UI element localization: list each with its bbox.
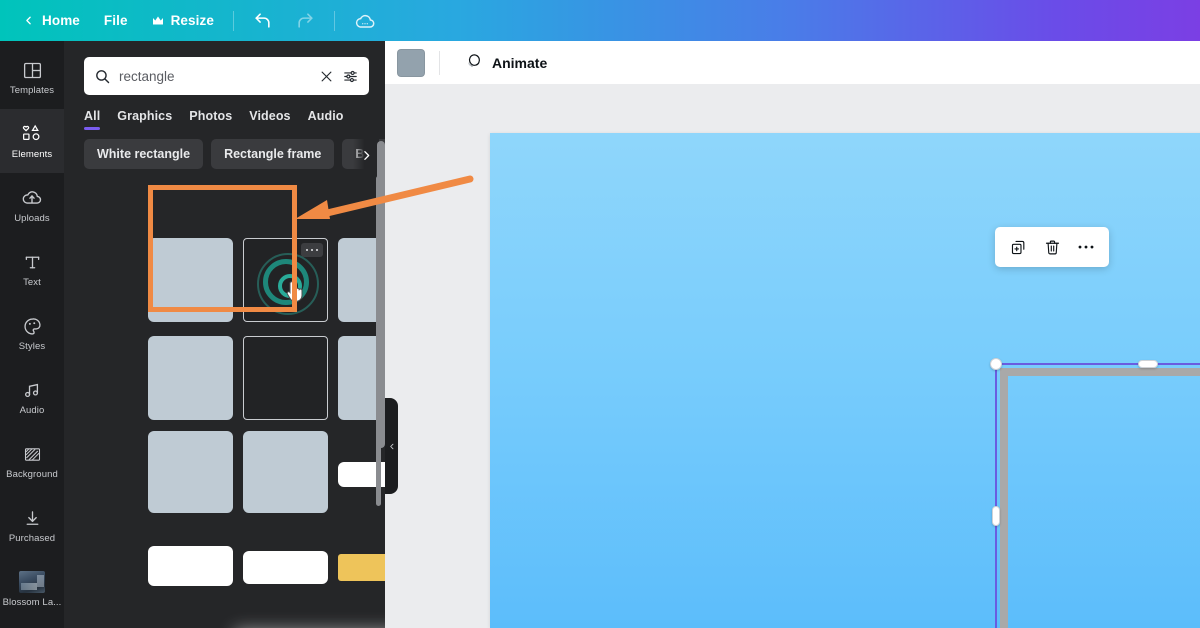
resize-handle-top[interactable]	[1137, 360, 1158, 368]
chip-white-rectangle[interactable]: White rectangle	[84, 139, 204, 169]
top-toolbar: Home File Resize	[0, 0, 1200, 41]
sidebar-item-purchased[interactable]: Purchased	[0, 493, 64, 557]
tab-all[interactable]: All	[84, 109, 101, 130]
purchased-icon	[22, 506, 43, 530]
cloud-save-button[interactable]	[342, 5, 388, 37]
styles-icon	[22, 314, 43, 338]
element-context-toolbar	[995, 227, 1109, 267]
search-box[interactable]	[84, 57, 369, 95]
category-tabs: All Graphics Photos Videos Audio	[64, 95, 385, 130]
trash-icon[interactable]	[1037, 233, 1067, 261]
chip-rectangle-frame[interactable]: Rectangle frame	[211, 139, 335, 169]
pointer-cursor-icon	[286, 280, 303, 308]
search-area	[64, 41, 385, 95]
file-menu-button[interactable]: File	[92, 8, 140, 33]
sidebar-label: Elements	[11, 149, 53, 161]
result-thumb-7[interactable]	[148, 431, 233, 513]
canvas-toolbar: Animate	[385, 41, 1200, 85]
cloud-save-icon	[354, 10, 376, 32]
crown-icon	[152, 16, 164, 26]
resize-button[interactable]: Resize	[140, 8, 226, 33]
text-icon	[22, 250, 43, 274]
panel-collapse-button[interactable]	[385, 398, 398, 494]
animate-button[interactable]: Animate	[454, 46, 557, 80]
sidebar-item-background[interactable]: Background	[0, 429, 64, 493]
toolbar-divider-1	[232, 10, 234, 31]
result-thumb-4[interactable]	[148, 336, 233, 420]
toolbar-divider-2	[333, 10, 335, 31]
elements-icon	[21, 122, 44, 146]
sidebar-label: Background	[6, 469, 58, 481]
toolbar-divider	[439, 50, 440, 75]
result-thumb-11[interactable]	[243, 551, 328, 584]
sidebar-item-templates[interactable]: Templates	[0, 45, 64, 109]
search-icon	[94, 68, 111, 85]
sidebar-label: Audio	[19, 405, 45, 417]
result-thumb-12[interactable]	[338, 554, 385, 581]
result-thumb-10[interactable]	[148, 546, 233, 586]
sidebar-label: Blossom La...	[2, 597, 62, 609]
search-results-grid	[148, 231, 385, 628]
sidebar-item-brand-kit[interactable]: Blossom La...	[0, 557, 64, 621]
result-thumb-5[interactable]	[243, 336, 328, 420]
sidebar-item-text[interactable]: Text	[0, 237, 64, 301]
close-icon[interactable]	[319, 69, 334, 84]
tab-photos[interactable]: Photos	[189, 109, 232, 130]
sidebar-label: Text	[23, 277, 41, 289]
sidebar-label: Purchased	[8, 533, 56, 545]
filter-sliders-icon[interactable]	[342, 68, 359, 85]
duplicate-icon[interactable]	[1003, 233, 1033, 261]
selected-rectangle[interactable]	[1000, 368, 1200, 628]
chevron-left-icon	[22, 14, 35, 27]
suggestion-chips: White rectangle Rectangle frame Blue	[64, 130, 385, 169]
undo-button[interactable]	[241, 6, 284, 35]
brand-kit-thumbnail	[19, 570, 45, 594]
chevron-right-icon[interactable]	[353, 139, 379, 169]
background-icon	[22, 442, 43, 466]
design-page[interactable]	[490, 133, 1200, 628]
sidebar-item-styles[interactable]: Styles	[0, 301, 64, 365]
sidebar-label: Uploads	[14, 213, 50, 225]
tab-audio[interactable]: Audio	[308, 109, 344, 130]
audio-icon	[22, 378, 43, 402]
left-sidebar: Templates Elements Uploads Text Styles A…	[0, 41, 64, 628]
panel-resize-handle[interactable]	[377, 141, 385, 448]
undo-icon	[253, 11, 272, 30]
sidebar-item-uploads[interactable]: Uploads	[0, 173, 64, 237]
tab-graphics[interactable]: Graphics	[117, 109, 172, 130]
uploads-icon	[21, 186, 43, 210]
tab-videos[interactable]: Videos	[249, 109, 290, 130]
shape-color-swatch[interactable]	[397, 48, 425, 77]
home-button[interactable]: Home	[10, 8, 92, 33]
redo-button[interactable]	[284, 6, 327, 35]
home-label: Home	[42, 13, 80, 28]
resize-label: Resize	[170, 13, 214, 28]
resize-handle-left[interactable]	[992, 505, 1000, 526]
canvas-stage: Animate	[385, 41, 1200, 628]
elements-panel: All Graphics Photos Videos Audio White r…	[64, 41, 385, 628]
more-options-icon[interactable]	[301, 243, 323, 257]
result-thumb-1[interactable]	[148, 238, 233, 322]
animate-label: Animate	[492, 54, 548, 71]
sidebar-item-audio[interactable]: Audio	[0, 365, 64, 429]
sidebar-item-elements[interactable]: Elements	[0, 109, 64, 173]
result-thumb-2-hovered[interactable]	[243, 238, 328, 322]
templates-icon	[22, 58, 43, 82]
redo-icon	[296, 11, 315, 30]
more-options-icon[interactable]	[1071, 233, 1101, 261]
result-thumb-8[interactable]	[243, 431, 328, 513]
canva-editor-window: Home File Resize Templates Elements Uplo…	[0, 0, 1200, 628]
sidebar-label: Styles	[18, 341, 46, 353]
animate-icon	[464, 52, 483, 74]
file-label: File	[103, 13, 128, 28]
search-input[interactable]	[119, 68, 311, 84]
sidebar-label: Templates	[9, 85, 55, 97]
